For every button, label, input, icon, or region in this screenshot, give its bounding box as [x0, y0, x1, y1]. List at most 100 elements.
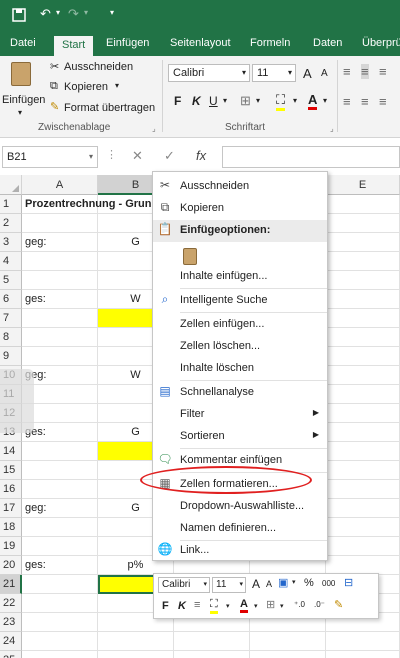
fill-color-dropdown-icon[interactable]: ▾ — [293, 96, 297, 105]
accounting-format-icon[interactable]: ▣ — [278, 576, 288, 589]
row-header[interactable]: 5 — [0, 271, 22, 290]
cell-e3[interactable] — [326, 233, 400, 252]
dialog-launcher-icon[interactable]: ⌟ — [330, 124, 334, 133]
cell-e12[interactable] — [326, 404, 400, 423]
cell-a23[interactable] — [22, 613, 98, 632]
format-painter-icon[interactable]: ✎ — [334, 598, 343, 611]
cell-e1[interactable] — [326, 195, 400, 214]
cell-e6[interactable] — [326, 290, 400, 309]
cell-e15[interactable] — [326, 461, 400, 480]
menu-item-copy[interactable]: ⧉ Kopieren — [153, 198, 327, 220]
cell-e24[interactable] — [326, 632, 400, 651]
merge-cells-icon[interactable]: ⊟ — [344, 576, 353, 589]
cell-e2[interactable] — [326, 214, 400, 233]
undo-dropdown-icon[interactable]: ▾ — [56, 8, 60, 17]
cell-b24[interactable] — [98, 632, 174, 651]
fill-color-icon[interactable]: ⛶ — [210, 598, 218, 614]
cell-d25[interactable] — [250, 651, 326, 658]
row-header[interactable]: 21 — [0, 575, 22, 594]
menu-item-clear-contents[interactable]: Inhalte löschen — [153, 358, 327, 380]
cell-e14[interactable] — [326, 442, 400, 461]
cell-a25[interactable] — [22, 651, 98, 658]
menu-item-insert-cells[interactable]: Zellen einfügen... — [153, 314, 327, 336]
copy-button[interactable]: Kopieren — [64, 81, 108, 93]
menu-item-dropdown-list[interactable]: Dropdown-Auswahlliste... — [153, 496, 327, 518]
menu-item-quick-analysis[interactable]: ▤ Schnellanalyse — [153, 382, 327, 404]
tab-seitenlayout[interactable]: Seitenlayout — [170, 37, 231, 49]
cell-a6[interactable]: ges: — [22, 290, 98, 309]
mini-percent-button[interactable]: % — [304, 577, 314, 589]
mini-italic-button[interactable]: K — [178, 600, 186, 612]
mini-shrink-font-button[interactable]: A — [266, 579, 272, 589]
cell-a1[interactable]: Prozentrechnung - Grun — [22, 195, 152, 214]
tab-start[interactable]: Start — [54, 36, 94, 56]
font-name-select[interactable]: Calibri ▾ — [168, 64, 250, 82]
menu-item-sort[interactable]: Sortieren ▶ — [153, 426, 327, 448]
borders-icon[interactable]: ⊞ — [266, 598, 275, 611]
row-header[interactable]: 8 — [0, 328, 22, 347]
cell-e7[interactable] — [326, 309, 400, 328]
row-header[interactable]: 22 — [0, 594, 22, 613]
redo-icon[interactable]: ↷ — [68, 6, 79, 22]
insert-function-button[interactable]: fx — [196, 148, 206, 163]
tab-einfuegen[interactable]: Einfügen — [106, 37, 149, 49]
row-header[interactable]: 9 — [0, 347, 22, 366]
row-header[interactable]: 20 — [0, 556, 22, 575]
cell-a14[interactable] — [22, 442, 98, 461]
increase-decimal-icon[interactable]: ⁺.0 — [294, 600, 305, 609]
mini-font-name-select[interactable]: Calibri ▾ — [158, 577, 210, 593]
redo-dropdown-icon[interactable]: ▾ — [84, 8, 88, 17]
row-header[interactable]: 3 — [0, 233, 22, 252]
underline-button[interactable]: U — [209, 94, 218, 108]
row-header[interactable]: 4 — [0, 252, 22, 271]
cell-a7[interactable] — [22, 309, 98, 328]
font-color-dropdown-icon[interactable]: ▾ — [323, 96, 327, 105]
fill-color-icon[interactable]: ⛶ — [276, 92, 286, 111]
cell-e8[interactable] — [326, 328, 400, 347]
cell-a18[interactable] — [22, 518, 98, 537]
cell-b25[interactable] — [98, 651, 174, 658]
row-header[interactable]: 24 — [0, 632, 22, 651]
menu-item-filter[interactable]: Filter ▶ — [153, 404, 327, 426]
name-box[interactable]: B21 ▾ — [2, 146, 98, 168]
chevron-down-icon[interactable]: ▾ — [292, 578, 296, 586]
align-left-icon[interactable]: ≡ — [343, 94, 351, 109]
mini-font-color-button[interactable]: A — [240, 598, 248, 613]
row-header[interactable]: 25 — [0, 651, 22, 658]
paste-button[interactable]: Einfügen ▾ — [2, 60, 45, 120]
row-header[interactable]: 19 — [0, 537, 22, 556]
copy-dropdown-icon[interactable]: ▾ — [115, 81, 119, 90]
menu-item-paste-special[interactable]: Inhalte einfügen... — [153, 266, 327, 288]
font-size-select[interactable]: 11 ▾ — [252, 64, 296, 82]
menu-item-smart-lookup[interactable]: ⌕ Intelligente Suche — [153, 290, 327, 312]
grow-font-button[interactable]: A — [303, 66, 312, 81]
row-header[interactable]: 18 — [0, 518, 22, 537]
menu-item-delete-cells[interactable]: Zellen löschen... — [153, 336, 327, 358]
shrink-font-button[interactable]: A — [321, 68, 328, 79]
cell-a21[interactable] — [22, 575, 98, 594]
column-header-e[interactable]: E — [326, 175, 400, 195]
decrease-decimal-icon[interactable]: .0⁻ — [314, 600, 325, 609]
cell-c25[interactable] — [174, 651, 250, 658]
cell-a3[interactable]: geg: — [22, 233, 98, 252]
cell-e13[interactable] — [326, 423, 400, 442]
cell-a8[interactable] — [22, 328, 98, 347]
row-header[interactable]: 23 — [0, 613, 22, 632]
underline-dropdown-icon[interactable]: ▾ — [223, 96, 227, 105]
row-header[interactable]: 14 — [0, 442, 22, 461]
row-header[interactable]: 16 — [0, 480, 22, 499]
row-header[interactable]: 7 — [0, 309, 22, 328]
mini-font-size-select[interactable]: 11 ▾ — [212, 577, 246, 593]
cell-a5[interactable] — [22, 271, 98, 290]
cell-e17[interactable] — [326, 499, 400, 518]
menu-item-cut[interactable]: ✂ Ausschneiden — [153, 176, 327, 198]
tab-datei[interactable]: Datei — [10, 37, 36, 49]
cell-a9[interactable] — [22, 347, 98, 366]
mini-thousands-button[interactable]: 000 — [322, 579, 335, 588]
align-bottom-icon[interactable]: ≡ — [379, 64, 387, 79]
row-header[interactable]: 17 — [0, 499, 22, 518]
undo-icon[interactable]: ↶ — [40, 6, 51, 22]
align-center-icon[interactable]: ≡ — [194, 599, 200, 611]
align-right-icon[interactable]: ≡ — [379, 94, 387, 109]
cell-a15[interactable] — [22, 461, 98, 480]
